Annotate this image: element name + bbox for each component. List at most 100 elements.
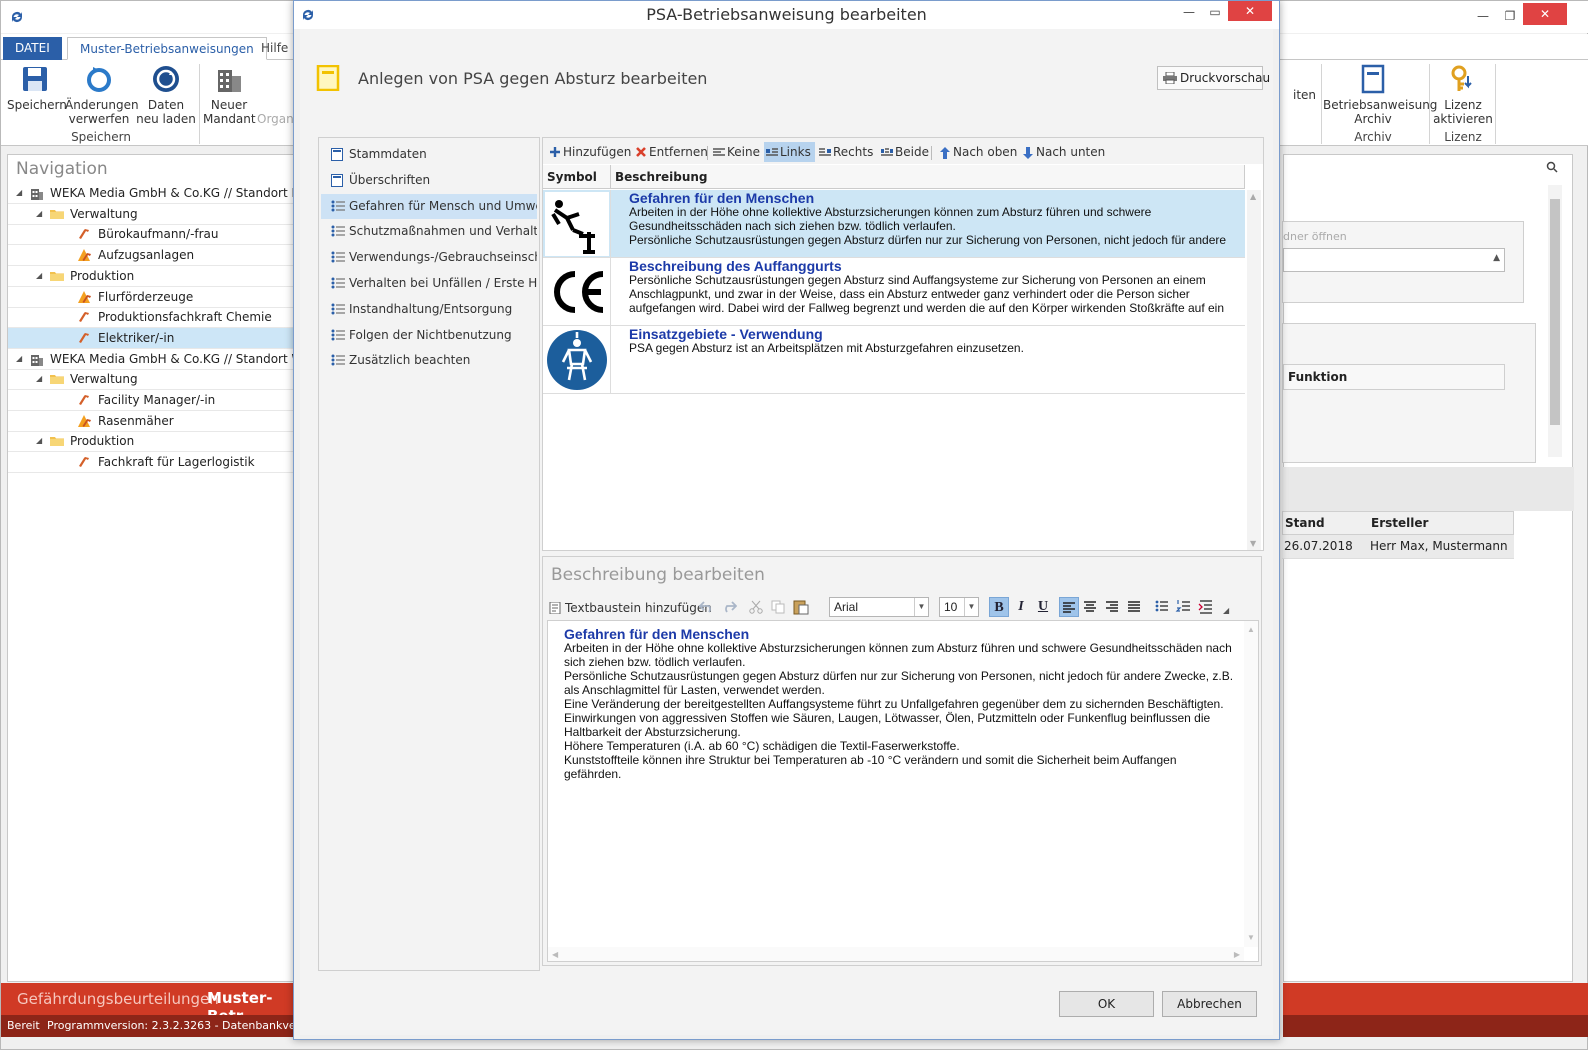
section-item[interactable]: Instandhaltung/Entsorgung	[321, 297, 537, 322]
grid-scrollbar[interactable]: ▲ ▼	[1247, 190, 1261, 550]
section-item[interactable]: Verwendungs-/Gebrauchseinsch...	[321, 245, 537, 270]
section-item[interactable]: Überschriften	[321, 168, 537, 193]
grid-row[interactable]: Gefahren für den Menschen Arbeiten in der…	[543, 190, 1245, 258]
right-upper-scrollbar[interactable]	[1548, 185, 1562, 457]
col-ersteller[interactable]: Ersteller	[1371, 516, 1428, 530]
dialog-header-title: Anlegen von PSA gegen Absturz bearbeiten	[358, 69, 708, 88]
section-item[interactable]: Verhalten bei Unfällen / Erste Hilfe	[321, 271, 537, 296]
app-refresh-icon[interactable]	[9, 9, 25, 25]
editor-scroll-left-icon[interactable]: ◀	[552, 948, 558, 962]
align-right-button[interactable]: Rechts	[817, 142, 873, 162]
editor-scroll-up-icon[interactable]: ▲	[1247, 623, 1255, 637]
remove-button[interactable]: Entfernen	[633, 142, 708, 162]
ok-button[interactable]: OK	[1059, 991, 1154, 1017]
more-options-icon[interactable]: ◢	[1223, 606, 1229, 615]
indent-button[interactable]	[1197, 597, 1217, 617]
align-none-button[interactable]: Keine	[711, 142, 760, 162]
tree-node[interactable]: Aufzugsanlagen	[8, 245, 298, 267]
new-client-button[interactable]: Neuer Mandant	[203, 64, 256, 126]
tree-node[interactable]: ◢ WEKA Media GmbH & Co.KG // Standort Kis…	[8, 183, 298, 204]
font-name-select[interactable]: Arial ▼	[829, 597, 929, 617]
search-icon[interactable]	[1546, 161, 1558, 173]
align-both-button[interactable]: Beide	[879, 142, 929, 162]
expand-arrow-icon[interactable]: ◢	[36, 204, 42, 224]
right-upper-thumb[interactable]	[1550, 199, 1560, 425]
tree-node[interactable]: Bürokaufmann/-frau	[8, 224, 298, 246]
expand-arrow-icon[interactable]: ◢	[16, 349, 22, 369]
align-center-button[interactable]	[1081, 597, 1101, 617]
expand-arrow-icon[interactable]: ◢	[16, 183, 22, 203]
dialog-close-button[interactable]: ✕	[1228, 1, 1272, 21]
scroll-down-icon[interactable]: ▼	[1250, 539, 1256, 548]
section-item[interactable]: Folgen der Nichtbenutzung	[321, 323, 537, 348]
description-editor[interactable]: Gefahren für den Menschen Arbeiten in de…	[547, 620, 1259, 962]
main-minimize-button[interactable]: —	[1468, 5, 1498, 27]
col-stand[interactable]: Stand	[1285, 516, 1325, 530]
tree-node[interactable]: Elektriker/-in	[8, 327, 298, 349]
editor-scroll-down-icon[interactable]: ▼	[1247, 931, 1255, 945]
bullet-list-button[interactable]	[1153, 597, 1173, 617]
organize-button[interactable]: Organ	[257, 112, 294, 126]
paste-icon[interactable]	[793, 599, 809, 615]
right-grid-row[interactable]: 26.07.2018 Herr Max, Mustermann	[1282, 535, 1514, 559]
tab-datei[interactable]: DATEI	[3, 37, 62, 60]
move-down-button[interactable]: Nach unten	[1020, 142, 1105, 162]
editor-hscroll[interactable]: ◀ ▶	[548, 947, 1244, 961]
tree-node[interactable]: Fachkraft für Lagerlogistik	[8, 452, 298, 474]
expand-arrow-icon[interactable]: ◢	[36, 431, 42, 451]
section-item[interactable]: Schutzmaßnahmen und Verhalte...	[321, 219, 537, 244]
col-symbol[interactable]: Symbol L...	[543, 165, 611, 208]
tree-node[interactable]: Flurförderzeuge	[8, 287, 298, 308]
justify-button[interactable]	[1125, 597, 1145, 617]
tree-node[interactable]: Produktionsfachkraft Chemie	[8, 307, 298, 329]
save-button[interactable]: Speichern	[7, 64, 67, 112]
expand-arrow-icon[interactable]: ◢	[36, 266, 42, 286]
tree-node[interactable]: Facility Manager/-in	[8, 390, 298, 411]
tree-node[interactable]: ◢ Produktion	[8, 266, 298, 287]
editor-vscroll[interactable]: ▲ ▼	[1244, 621, 1258, 947]
editor-heading: Gefahren für den Menschen	[564, 626, 750, 642]
section-item[interactable]: Stammdaten	[321, 142, 537, 167]
module-name[interactable]: Gefährdungsbeurteilungen	[17, 990, 219, 1008]
move-up-button[interactable]: Nach oben	[937, 142, 1017, 162]
underline-button[interactable]: U	[1033, 597, 1053, 617]
font-size-select[interactable]: 10 ▼	[939, 597, 979, 617]
section-item[interactable]: Zusätzlich beachten	[321, 348, 537, 373]
expand-arrow-icon[interactable]: ◢	[36, 369, 42, 389]
cut-icon[interactable]	[749, 600, 763, 614]
copy-icon[interactable]	[771, 600, 785, 614]
add-text-block-button[interactable]: Textbaustein hinzufügen	[547, 598, 712, 618]
dialog-maximize-button[interactable]: ▭	[1200, 1, 1230, 23]
tree-node[interactable]: ◢ Verwaltung	[8, 204, 298, 225]
print-preview-button[interactable]: Druckvorschau	[1157, 66, 1270, 90]
cancel-button[interactable]: Abbrechen	[1162, 991, 1257, 1017]
align-left-text-button[interactable]	[1059, 597, 1079, 617]
italic-button[interactable]: I	[1011, 597, 1031, 617]
scroll-up-icon[interactable]: ▲	[1250, 192, 1256, 201]
align-left-button[interactable]: Links	[764, 142, 815, 162]
bold-button[interactable]: B	[989, 597, 1009, 617]
tree-node[interactable]: ◢ WEKA Media GmbH & Co.KG // Standort Wie…	[8, 349, 298, 370]
activate-license-button[interactable]: Lizenz aktivieren	[1433, 64, 1493, 126]
reload-data-button[interactable]: Daten neu laden	[135, 64, 197, 126]
tab-muster-betriebsanweisungen[interactable]: Muster-Betriebsanweisungen	[67, 37, 267, 60]
tree-node[interactable]: Rasenmäher	[8, 411, 298, 432]
editor-scroll-right-icon[interactable]: ▶	[1234, 948, 1240, 962]
grid-row[interactable]: Einsatzgebiete - Verwendung PSA gegen Abs…	[543, 326, 1245, 394]
col-beschreibung[interactable]: Beschreibung	[611, 165, 1245, 189]
tree-node[interactable]: ◢ Produktion	[8, 431, 298, 453]
align-right-text-button[interactable]	[1103, 597, 1123, 617]
archive-button[interactable]: Betriebsanweisung Archiv	[1323, 64, 1437, 126]
discard-changes-button[interactable]: Änderungen verwerfen	[65, 64, 139, 126]
tree-node[interactable]: ◢ Verwaltung	[8, 369, 298, 391]
add-button[interactable]: Hinzufügen	[547, 142, 631, 162]
section-item[interactable]: Gefahren für Mensch und Umwelt	[321, 193, 537, 219]
main-maximize-button[interactable]: ❐	[1495, 5, 1525, 27]
right-open-combo[interactable]: ▲	[1283, 248, 1505, 272]
numbered-list-button[interactable]	[1175, 597, 1195, 617]
col-funktion[interactable]: Funktion	[1283, 364, 1505, 390]
redo-icon[interactable]	[721, 601, 737, 613]
main-close-button[interactable]: ✕	[1523, 3, 1567, 25]
grid-row[interactable]: Beschreibung des Auffanggurts Persönliche…	[543, 258, 1245, 326]
undo-icon[interactable]	[699, 601, 715, 613]
